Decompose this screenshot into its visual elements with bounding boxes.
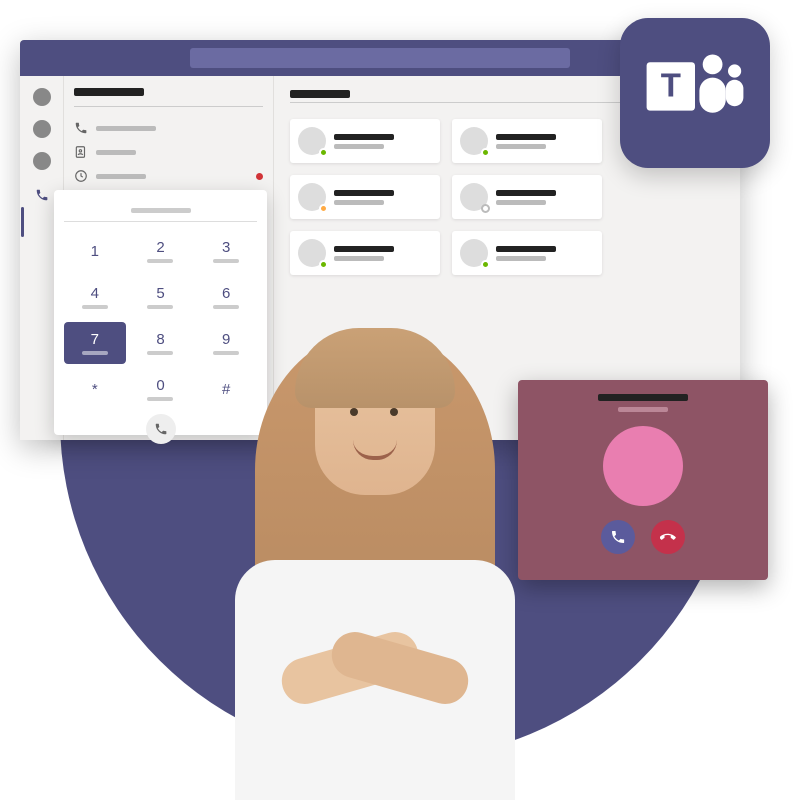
dial-key-2[interactable]: 2: [130, 230, 192, 272]
history-icon: [74, 169, 88, 183]
contact-name: [496, 134, 556, 140]
sidebar-item-contacts[interactable]: [74, 143, 263, 161]
dial-key-letters: [213, 259, 239, 263]
dial-key-7[interactable]: 7: [64, 322, 126, 364]
sidebar-item-speeddial[interactable]: [74, 119, 263, 137]
contact-name: [496, 190, 556, 196]
dial-key-number: 8: [156, 331, 164, 348]
contact-card[interactable]: [290, 119, 440, 163]
contact-card[interactable]: [452, 119, 602, 163]
dial-key-*[interactable]: *: [64, 368, 126, 410]
rail-item-chat[interactable]: [33, 120, 51, 138]
sidebar-item-history[interactable]: [74, 167, 263, 185]
dial-key-letters: [147, 305, 173, 309]
dial-key-number: 4: [91, 285, 99, 302]
presence-indicator: [481, 260, 490, 269]
presence-indicator: [481, 148, 490, 157]
dial-key-4[interactable]: 4: [64, 276, 126, 318]
contact-avatar: [298, 183, 326, 211]
contact-card[interactable]: [452, 175, 602, 219]
contact-name: [496, 246, 556, 252]
dial-key-letters: [147, 397, 173, 401]
teams-logo-badge: T: [620, 18, 770, 168]
caller-subtitle: [618, 407, 668, 412]
contact-subtitle: [496, 144, 546, 149]
rail-item-activity[interactable]: [33, 88, 51, 106]
contact-avatar: [460, 239, 488, 267]
dial-key-letters: [82, 305, 108, 309]
caller-avatar: [603, 426, 683, 506]
presence-indicator: [319, 148, 328, 157]
contact-avatar: [298, 239, 326, 267]
rail-item-calls[interactable]: [31, 184, 53, 206]
contact-avatar: [460, 183, 488, 211]
contact-subtitle: [496, 256, 546, 261]
contact-avatar: [298, 127, 326, 155]
search-input[interactable]: [190, 48, 570, 68]
contact-card[interactable]: [452, 231, 602, 275]
dial-key-number: 2: [156, 239, 164, 256]
presence-indicator: [319, 260, 328, 269]
contacts-icon: [74, 145, 88, 159]
sidebar-title: [74, 88, 144, 96]
decline-call-button[interactable]: [651, 520, 685, 554]
contact-card[interactable]: [290, 231, 440, 275]
dial-key-number: 1: [91, 243, 99, 260]
accept-call-button[interactable]: [601, 520, 635, 554]
dial-key-number: 3: [222, 239, 230, 256]
dial-key-3[interactable]: 3: [195, 230, 257, 272]
caller-name: [598, 394, 688, 401]
dial-key-number: 0: [156, 377, 164, 394]
dial-key-number: *: [92, 381, 98, 398]
contact-name: [334, 134, 394, 140]
dial-key-letters: [147, 259, 173, 263]
dialpad-call-button[interactable]: [146, 414, 176, 444]
missed-call-badge: [256, 173, 263, 180]
dial-key-number: 7: [91, 331, 99, 348]
dial-key-number: 5: [156, 285, 164, 302]
dialpad-display[interactable]: [64, 200, 257, 222]
contact-card[interactable]: [290, 175, 440, 219]
contact-subtitle: [496, 200, 546, 205]
rail-item-teams[interactable]: [33, 152, 51, 170]
contact-subtitle: [334, 144, 384, 149]
presence-indicator: [319, 204, 328, 213]
svg-text:T: T: [661, 66, 681, 103]
dial-key-letters: [147, 351, 173, 355]
contact-subtitle: [334, 256, 384, 261]
presence-indicator: [481, 204, 490, 213]
dial-key-1[interactable]: 1: [64, 230, 126, 272]
main-title: [290, 90, 350, 98]
contact-name: [334, 246, 394, 252]
contact-name: [334, 190, 394, 196]
rail-active-indicator: [21, 207, 24, 237]
dial-key-letters: [82, 351, 108, 355]
phone-icon: [74, 121, 88, 135]
contact-subtitle: [334, 200, 384, 205]
person-photo: [175, 300, 575, 800]
contact-avatar: [460, 127, 488, 155]
